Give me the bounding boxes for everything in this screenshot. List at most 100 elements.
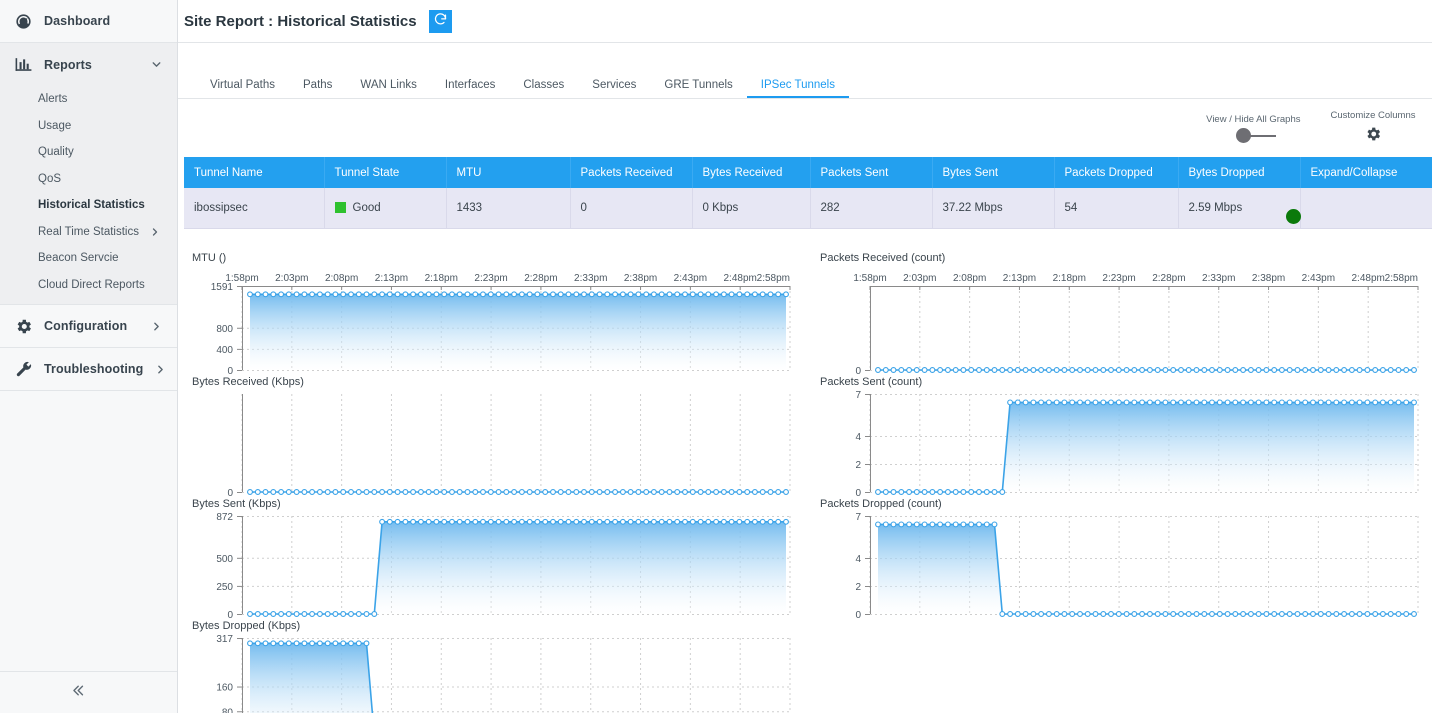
- chart-data-point[interactable]: [248, 641, 253, 646]
- column-header-bytes-received[interactable]: Bytes Received: [692, 157, 810, 188]
- chart-data-point[interactable]: [356, 641, 361, 646]
- chart-data-point[interactable]: [729, 490, 734, 495]
- chart-data-point[interactable]: [737, 490, 742, 495]
- chart-data-point[interactable]: [349, 612, 354, 617]
- chart-data-point[interactable]: [683, 519, 688, 524]
- chart-data-point[interactable]: [1171, 612, 1176, 617]
- chart-data-point[interactable]: [946, 490, 951, 495]
- chart-data-point[interactable]: [922, 522, 927, 527]
- chart-data-point[interactable]: [271, 292, 276, 297]
- chart-data-point[interactable]: [403, 490, 408, 495]
- chart-data-point[interactable]: [938, 522, 943, 527]
- tab-ipsec-tunnels[interactable]: IPSec Tunnels: [747, 79, 849, 98]
- chart-data-point[interactable]: [597, 490, 602, 495]
- chart-data-point[interactable]: [613, 292, 618, 297]
- chart-data-point[interactable]: [1085, 612, 1090, 617]
- chart-data-point[interactable]: [946, 368, 951, 373]
- chart-data-point[interactable]: [690, 490, 695, 495]
- sidebar-item-beacon-service[interactable]: Beacon Servcie: [0, 245, 177, 272]
- chart-data-point[interactable]: [636, 490, 641, 495]
- chart-data-point[interactable]: [520, 292, 525, 297]
- chart-data-point[interactable]: [488, 490, 493, 495]
- chart-data-point[interactable]: [1101, 400, 1106, 405]
- chart-data-point[interactable]: [527, 292, 532, 297]
- chart-data-point[interactable]: [1303, 368, 1308, 373]
- chart-data-point[interactable]: [1000, 490, 1005, 495]
- chart-data-point[interactable]: [488, 292, 493, 297]
- chart-data-point[interactable]: [434, 519, 439, 524]
- chart-data-point[interactable]: [1101, 612, 1106, 617]
- chart-data-point[interactable]: [1342, 368, 1347, 373]
- chart-data-point[interactable]: [387, 490, 392, 495]
- chart-data-point[interactable]: [341, 292, 346, 297]
- chart-data-point[interactable]: [969, 522, 974, 527]
- chart-data-point[interactable]: [1318, 400, 1323, 405]
- chart-data-point[interactable]: [1295, 612, 1300, 617]
- chart-data-point[interactable]: [1357, 612, 1362, 617]
- chart-data-point[interactable]: [1202, 368, 1207, 373]
- chart-data-point[interactable]: [1148, 368, 1153, 373]
- chart-data-point[interactable]: [891, 490, 896, 495]
- chart-data-point[interactable]: [325, 292, 330, 297]
- chart-data-point[interactable]: [1047, 612, 1052, 617]
- chart-data-point[interactable]: [1031, 368, 1036, 373]
- chart-data-point[interactable]: [286, 292, 291, 297]
- chart-data-point[interactable]: [318, 641, 323, 646]
- sidebar-item-quality[interactable]: Quality: [0, 139, 177, 166]
- chart-data-point[interactable]: [279, 641, 284, 646]
- chart-data-point[interactable]: [1155, 368, 1160, 373]
- chart-data-point[interactable]: [473, 519, 478, 524]
- chart-data-point[interactable]: [969, 368, 974, 373]
- chart-data-point[interactable]: [566, 292, 571, 297]
- chart-data-point[interactable]: [1132, 612, 1137, 617]
- column-header-packets-received[interactable]: Packets Received: [570, 157, 692, 188]
- chart-data-point[interactable]: [1109, 368, 1114, 373]
- chart-data-point[interactable]: [659, 292, 664, 297]
- chart-data-point[interactable]: [930, 490, 935, 495]
- chart-data-point[interactable]: [1047, 368, 1052, 373]
- chart-data-point[interactable]: [1357, 400, 1362, 405]
- chart-data-point[interactable]: [776, 292, 781, 297]
- chart-data-point[interactable]: [551, 490, 556, 495]
- chart-data-point[interactable]: [1194, 368, 1199, 373]
- chart-data-point[interactable]: [628, 292, 633, 297]
- chart-data-point[interactable]: [279, 490, 284, 495]
- chart-data-point[interactable]: [698, 490, 703, 495]
- chart-data-point[interactable]: [961, 522, 966, 527]
- chart-data-point[interactable]: [883, 522, 888, 527]
- chart-data-point[interactable]: [1140, 368, 1145, 373]
- chart-data-point[interactable]: [1334, 400, 1339, 405]
- chart-data-point[interactable]: [675, 490, 680, 495]
- chart-data-point[interactable]: [961, 490, 966, 495]
- chart-data-point[interactable]: [1381, 368, 1386, 373]
- chart-data-point[interactable]: [1303, 612, 1308, 617]
- chart-data-point[interactable]: [248, 612, 253, 617]
- chart-data-point[interactable]: [1000, 612, 1005, 617]
- chart-data-point[interactable]: [938, 490, 943, 495]
- chart-data-point[interactable]: [1186, 368, 1191, 373]
- tab-interfaces[interactable]: Interfaces: [431, 79, 510, 98]
- chart-data-point[interactable]: [294, 641, 299, 646]
- chart-data-point[interactable]: [1311, 368, 1316, 373]
- chart-data-point[interactable]: [1078, 368, 1083, 373]
- chart-data-point[interactable]: [481, 519, 486, 524]
- chart-data-point[interactable]: [551, 292, 556, 297]
- chart-data-point[interactable]: [450, 490, 455, 495]
- chart-data-point[interactable]: [496, 292, 501, 297]
- chart-data-point[interactable]: [310, 641, 315, 646]
- chart-data-point[interactable]: [325, 490, 330, 495]
- chart-data-point[interactable]: [504, 519, 509, 524]
- chart-data-point[interactable]: [1287, 400, 1292, 405]
- chart-data-point[interactable]: [953, 368, 958, 373]
- chart-data-point[interactable]: [372, 612, 377, 617]
- chart-data-point[interactable]: [1373, 400, 1378, 405]
- chart-data-point[interactable]: [1062, 368, 1067, 373]
- chart-data-point[interactable]: [1318, 368, 1323, 373]
- chart-data-point[interactable]: [535, 519, 540, 524]
- chart-data-point[interactable]: [387, 292, 392, 297]
- chart-data-point[interactable]: [984, 368, 989, 373]
- chart-data-point[interactable]: [1171, 368, 1176, 373]
- chart-data-point[interactable]: [1225, 612, 1230, 617]
- chart-data-point[interactable]: [1342, 612, 1347, 617]
- chart-data-point[interactable]: [1140, 400, 1145, 405]
